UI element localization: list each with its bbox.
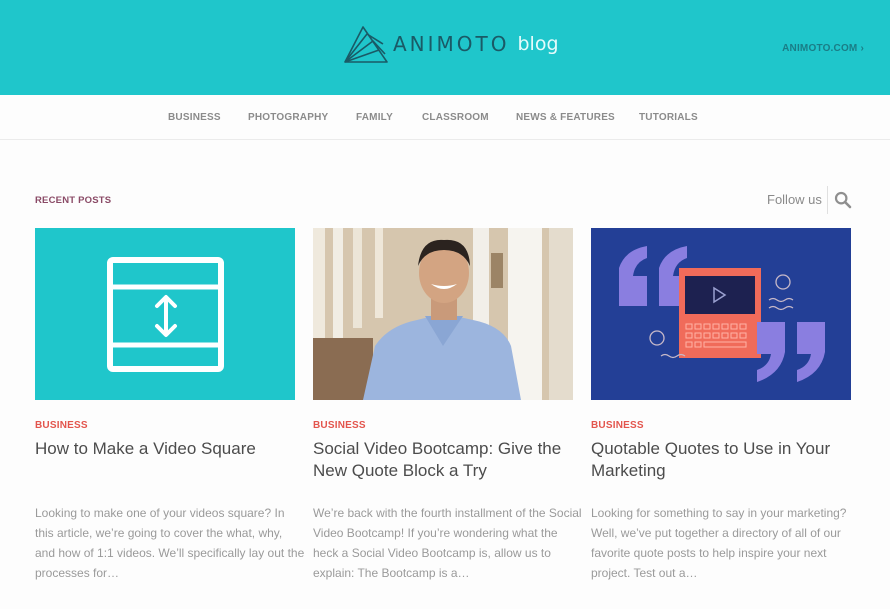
search-icon [834,191,852,209]
animoto-com-link[interactable]: ANIMOTO.COM › [782,43,864,54]
recent-posts-heading: RECENT POSTS [35,195,112,206]
nav-item-family[interactable]: FAMILY [356,112,393,123]
chevron-right-icon: › [860,43,864,54]
post-excerpt: Looking to make one of your videos squar… [35,506,305,580]
site-header: ANIMOTO blog ANIMOTO.COM › [0,0,890,95]
nav-item-photography[interactable]: PHOTOGRAPHY [248,112,328,123]
nav-item-tutorials[interactable]: TUTORIALS [639,112,698,123]
square-video-illustration [107,257,224,372]
post-thumbnail[interactable] [591,228,851,400]
nav-item-news-features[interactable]: NEWS & FEATURES [516,112,615,123]
search-button[interactable] [834,191,852,209]
follow-us-button[interactable]: Follow us [767,192,822,207]
post-title[interactable]: How to Make a Video Square [35,438,300,460]
logo-blog-suffix: blog [517,33,559,55]
post-excerpt: We’re back with the fourth installment o… [313,506,582,580]
quote-marks-device-illustration [591,228,851,400]
animoto-logo-icon [344,26,388,63]
post-excerpt: Looking for something to say in your mar… [591,506,847,580]
post-card: BUSINESS Social Video Bootcamp: Give the… [313,228,582,580]
post-category[interactable]: BUSINESS [313,420,366,431]
divider [827,186,828,214]
post-category[interactable]: BUSINESS [591,420,644,431]
logo-wordmark: ANIMOTO [393,32,510,56]
nav-item-business[interactable]: BUSINESS [168,112,221,123]
post-thumbnail[interactable] [313,228,573,400]
post-category[interactable]: BUSINESS [35,420,88,431]
category-nav: BUSINESS PHOTOGRAPHY FAMILY CLASSROOM NE… [0,95,890,140]
post-title[interactable]: Social Video Bootcamp: Give the New Quot… [313,438,578,482]
smiling-man-photo [313,228,573,400]
post-card: BUSINESS Quotable Quotes to Use in Your … [591,228,851,580]
post-title[interactable]: Quotable Quotes to Use in Your Marketing [591,438,856,482]
post-thumbnail[interactable] [35,228,295,400]
animoto-blog-logo[interactable]: ANIMOTO blog [343,23,559,65]
post-card: BUSINESS How to Make a Video Square Look… [35,228,304,580]
nav-item-classroom[interactable]: CLASSROOM [422,112,489,123]
animoto-com-label: ANIMOTO.COM [782,43,858,54]
vertical-resize-icon [155,295,177,337]
